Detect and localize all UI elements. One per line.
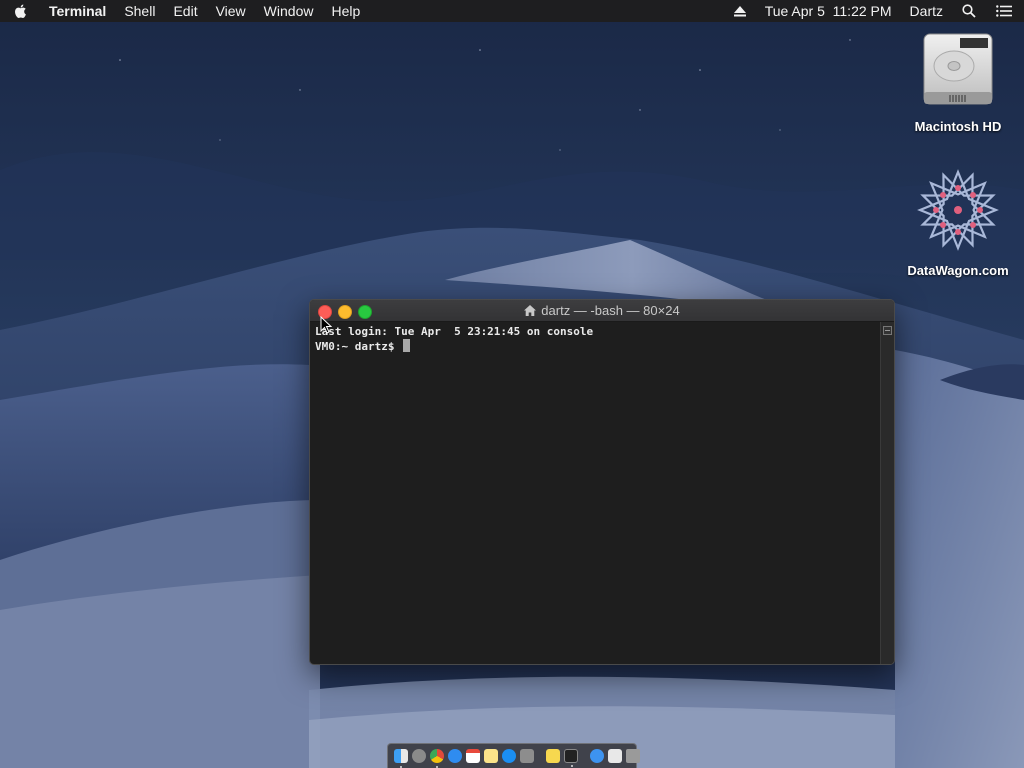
terminal-output[interactable]: Last login: Tue Apr 5 23:21:45 on consol…	[310, 322, 880, 664]
window-title-text: dartz — -bash — 80×24	[541, 303, 680, 318]
documents-icon[interactable]	[608, 749, 622, 763]
mouse-pointer-icon	[320, 315, 333, 339]
dock	[387, 743, 640, 768]
datawagon-logo-icon	[914, 169, 1002, 258]
menu-window[interactable]: Window	[255, 0, 323, 22]
launchpad-icon[interactable]	[412, 749, 426, 763]
menu-bar: Terminal Shell Edit View Window Help Tue…	[0, 0, 1024, 22]
home-icon	[524, 301, 537, 323]
desktop-icon-label: DataWagon.com	[907, 263, 1009, 278]
window-title: dartz — -bash — 80×24	[310, 300, 894, 323]
notes-icon[interactable]	[484, 749, 498, 763]
app-store-folder-icon[interactable]	[590, 749, 604, 763]
desktop-icon-datawagon[interactable]: DataWagon.com	[898, 166, 1018, 278]
terminal-prompt: VM0:~ dartz$	[315, 340, 402, 353]
menu-app-name[interactable]: Terminal	[40, 0, 115, 22]
scrollbar-toggle-icon[interactable]	[883, 326, 892, 335]
terminal-line-last-login: Last login: Tue Apr 5 23:21:45 on consol…	[315, 325, 594, 338]
terminal-window[interactable]: dartz — -bash — 80×24 Last login: Tue Ap…	[309, 299, 895, 665]
menu-clock[interactable]: Tue Apr 5 11:22 PM	[756, 0, 901, 22]
menu-shell[interactable]: Shell	[115, 0, 164, 22]
menu-help[interactable]: Help	[322, 0, 369, 22]
hard-drive-icon	[920, 33, 996, 114]
desktop-icon-label: Macintosh HD	[914, 119, 1002, 134]
window-titlebar[interactable]: dartz — -bash — 80×24	[310, 300, 894, 322]
terminal-icon[interactable]	[564, 749, 578, 767]
apple-icon[interactable]	[0, 3, 40, 19]
spotlight-search-icon[interactable]	[952, 0, 986, 22]
finder-icon[interactable]	[394, 749, 408, 768]
trash-icon[interactable]	[626, 749, 640, 763]
menu-edit[interactable]: Edit	[164, 0, 206, 22]
scrollbar[interactable]	[880, 322, 894, 664]
menu-user[interactable]: Dartz	[901, 0, 952, 22]
system-preferences-icon[interactable]	[520, 749, 534, 763]
eject-icon[interactable]	[724, 0, 756, 22]
notes-folder-icon[interactable]	[546, 749, 560, 763]
app-store-icon[interactable]	[502, 749, 516, 763]
chrome-icon[interactable]	[430, 749, 444, 768]
safari-icon[interactable]	[448, 749, 462, 763]
terminal-prompt-line: VM0:~ dartz$	[315, 339, 875, 354]
desktop-icon-macintosh-hd[interactable]: Macintosh HD	[898, 30, 1018, 134]
calendar-icon[interactable]	[466, 749, 480, 763]
notification-center-icon[interactable]	[986, 0, 1024, 22]
text-cursor	[403, 339, 411, 352]
menu-view[interactable]: View	[207, 0, 255, 22]
